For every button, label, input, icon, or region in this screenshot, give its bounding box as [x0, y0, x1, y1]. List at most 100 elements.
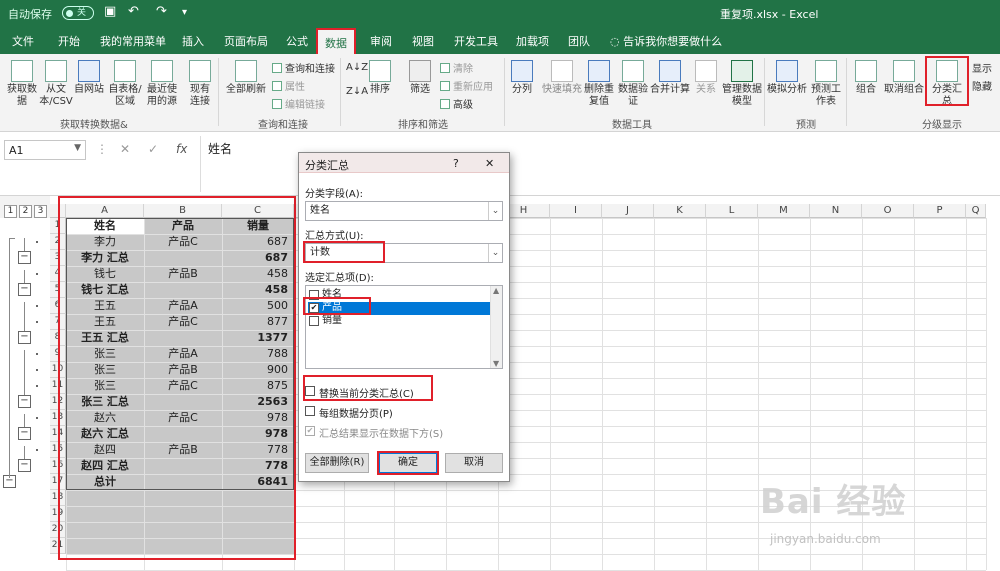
tab-home[interactable]: 开始	[58, 33, 80, 49]
dialog-titlebar: 分类汇总 ? ✕	[299, 153, 509, 173]
clear-label: 清除	[453, 64, 473, 75]
checkbox[interactable]	[305, 406, 315, 416]
remove-duplicates-button[interactable]: 删除重复值	[584, 60, 614, 108]
chevron-down-icon: ⌄	[488, 244, 502, 262]
column-header[interactable]: M	[758, 204, 810, 218]
web-icon	[78, 60, 100, 82]
autosave-toggle[interactable]: 关	[62, 6, 94, 20]
relationships-icon	[695, 60, 717, 82]
clear-button[interactable]: 清除	[440, 60, 473, 75]
help-icon[interactable]: ?	[453, 157, 459, 170]
what-if-button[interactable]: 模拟分析	[766, 60, 808, 96]
close-icon[interactable]: ✕	[485, 157, 494, 170]
outline-level-3-button[interactable]: 3	[34, 205, 47, 218]
highlight-product-item	[303, 297, 371, 315]
collapse-group-button[interactable]: −	[18, 251, 31, 264]
tab-addins[interactable]: 加载项	[516, 33, 549, 49]
collapse-group-button[interactable]: −	[18, 427, 31, 440]
table-icon	[114, 60, 136, 82]
sort-button[interactable]: 排序	[366, 60, 394, 96]
properties-button[interactable]: 属性	[272, 78, 305, 93]
reapply-button[interactable]: 重新应用	[440, 78, 493, 93]
redo-icon[interactable]: ↷	[156, 4, 167, 19]
clear-icon	[440, 63, 450, 73]
tell-me-search[interactable]: ◌ 告诉我你想要做什么	[610, 33, 722, 49]
forecast-sheet-button[interactable]: 预测工作表	[810, 60, 842, 108]
group-button[interactable]: 组合	[852, 60, 880, 96]
data-model-button[interactable]: 管理数据模型	[722, 60, 762, 108]
tab-favorites[interactable]: 我的常用菜单	[100, 33, 166, 49]
collapse-group-button[interactable]: −	[18, 459, 31, 472]
sort-icon	[369, 60, 391, 82]
column-header[interactable]: J	[602, 204, 654, 218]
tab-file[interactable]: 文件	[12, 33, 34, 49]
sort-asc-icon[interactable]: A↓Z	[346, 62, 368, 73]
collapse-group-button[interactable]: −	[18, 283, 31, 296]
ungroup-icon	[893, 60, 915, 82]
ungroup-button[interactable]: 取消组合	[882, 60, 926, 96]
list-scrollbar[interactable]: ▲ ▼	[490, 286, 502, 368]
tab-formulas[interactable]: 公式	[286, 33, 308, 49]
scroll-down-icon[interactable]: ▼	[493, 359, 499, 368]
column-header[interactable]: K	[654, 204, 706, 218]
column-header[interactable]: N	[810, 204, 862, 218]
column-header[interactable]: L	[706, 204, 758, 218]
tab-view[interactable]: 视图	[412, 33, 434, 49]
save-icon[interactable]: ▣	[104, 4, 116, 19]
outline-level-1-button[interactable]: 1	[4, 205, 17, 218]
edit-links-button[interactable]: 编辑链接	[272, 96, 325, 111]
from-text-button[interactable]: 从文本/CSV	[38, 60, 74, 108]
text-to-columns-button[interactable]: 分列	[508, 60, 536, 96]
cancel-button[interactable]: 取消	[445, 453, 503, 473]
get-data-button[interactable]: 获取数据	[4, 60, 40, 108]
tab-insert[interactable]: 插入	[182, 33, 204, 49]
tab-review[interactable]: 审阅	[370, 33, 392, 49]
from-table-button[interactable]: 自表格/区域	[106, 60, 144, 108]
outline-level-2-button[interactable]: 2	[19, 205, 32, 218]
group-by-select[interactable]: 姓名 ⌄	[305, 201, 503, 221]
checkbox[interactable]	[309, 316, 319, 326]
data-validation-button[interactable]: 数据验证	[616, 60, 650, 108]
consolidate-icon	[659, 60, 681, 82]
name-box[interactable]: A1 ▼	[4, 140, 86, 160]
summary-below-option[interactable]: ✔ 汇总结果显示在数据下方(S)	[305, 425, 443, 440]
column-header[interactable]: P	[914, 204, 966, 218]
customize-toolbar-icon[interactable]: ▾	[182, 7, 187, 18]
queries-connections-button[interactable]: 查询和连接	[272, 60, 335, 75]
ribbon-tabs: 文件 开始 我的常用菜单 插入 页面布局 公式 数据 审阅 视图 开发工具 加载…	[0, 26, 1000, 54]
remove-all-button[interactable]: 全部删除(R)	[305, 453, 369, 473]
collapse-group-button[interactable]: −	[18, 395, 31, 408]
group-by-value: 姓名	[310, 205, 330, 216]
insert-function-icon[interactable]: fx	[176, 142, 187, 156]
highlight-data-range	[58, 196, 296, 560]
tab-developer[interactable]: 开发工具	[454, 33, 498, 49]
hide-detail-button[interactable]: 隐藏	[972, 78, 992, 93]
advanced-button[interactable]: 高级	[440, 96, 473, 111]
show-detail-button[interactable]: 显示	[972, 60, 992, 75]
recent-sources-button[interactable]: 最近使用的源	[144, 60, 180, 108]
undo-icon[interactable]: ↶	[128, 4, 139, 19]
tab-page-layout[interactable]: 页面布局	[224, 33, 268, 49]
column-header[interactable]: O	[862, 204, 914, 218]
cancel-icon[interactable]: ✕	[120, 142, 130, 156]
enter-icon[interactable]: ✓	[148, 142, 158, 156]
from-web-button[interactable]: 自网站	[74, 60, 104, 96]
refresh-all-button[interactable]: 全部刷新	[224, 60, 268, 96]
formula-input[interactable]: 姓名	[208, 140, 232, 157]
sort-desc-icon[interactable]: Z↓A	[346, 86, 368, 97]
column-header[interactable]: I	[550, 204, 602, 218]
consolidate-button[interactable]: 合并计算	[650, 60, 690, 96]
list-item-sales[interactable]: 销量	[308, 315, 490, 328]
flash-fill-button[interactable]: 快速填充	[540, 60, 584, 96]
column-header[interactable]: Q	[966, 204, 986, 218]
relationships-button[interactable]: 关系	[692, 60, 720, 96]
tab-data[interactable]: 数据	[316, 28, 356, 54]
checkbox-checked[interactable]: ✔	[305, 426, 315, 436]
collapse-group-button[interactable]: −	[18, 331, 31, 344]
advanced-icon	[440, 99, 450, 109]
filter-button[interactable]: 筛选	[406, 60, 434, 96]
scroll-up-icon[interactable]: ▲	[493, 286, 499, 295]
existing-connections-button[interactable]: 现有连接	[186, 60, 214, 108]
page-break-option[interactable]: 每组数据分页(P)	[305, 405, 393, 420]
tab-team[interactable]: 团队	[568, 33, 590, 49]
